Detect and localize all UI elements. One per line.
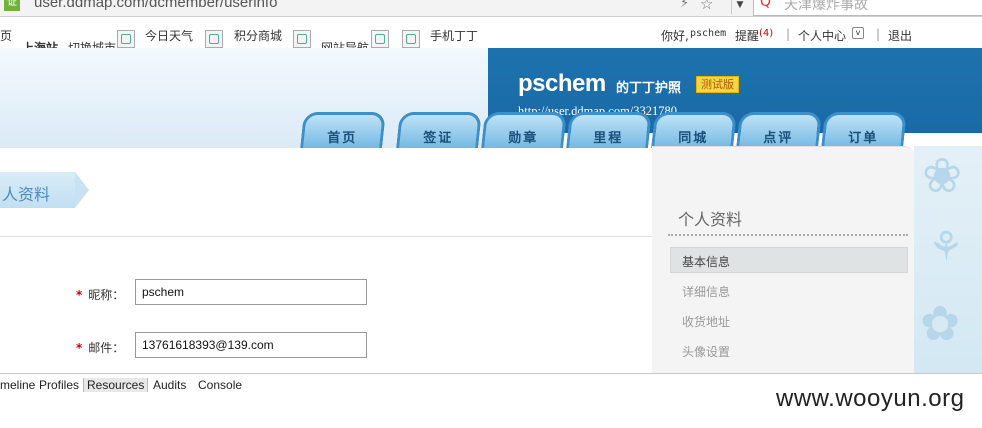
tab-label: 首页 bbox=[327, 131, 358, 146]
separator: | bbox=[876, 27, 881, 41]
url-field[interactable]: user.ddmap.com/dcmember/userinfo bbox=[34, 0, 277, 11]
sidebar-title: 个人资料 bbox=[678, 210, 743, 229]
profile-username: pschem bbox=[518, 70, 606, 97]
tab-medals[interactable]: 勋章 bbox=[481, 112, 567, 148]
content-header bbox=[0, 148, 652, 237]
flower-icon: ✿ bbox=[920, 296, 961, 352]
broken-image-icon bbox=[117, 30, 135, 48]
tab-home[interactable]: 首页 bbox=[300, 112, 386, 148]
nickname-label: * 昵称： bbox=[76, 286, 124, 303]
tab-label: 订单 bbox=[848, 131, 879, 146]
watermark-text: www.wooyun.org bbox=[776, 385, 965, 412]
points-mall-link[interactable]: 积分商城 bbox=[234, 27, 282, 44]
flower-icon: ❀ bbox=[922, 148, 963, 204]
devtools-tab-audits[interactable]: Audits bbox=[153, 378, 186, 392]
email-label: * 邮件： bbox=[76, 339, 124, 356]
url-dropdown-button[interactable]: ▼ bbox=[731, 0, 748, 14]
site-top-nav: 页 上海站 切换城市 今日天气 积分商城 网站导航 手机丁丁 你好, psche… bbox=[0, 17, 982, 55]
page-title: 人资料 bbox=[2, 185, 51, 204]
sidebar-divider bbox=[668, 234, 908, 236]
site-identity-icon[interactable]: 证 bbox=[4, 0, 20, 11]
breadcrumb-arrow bbox=[75, 172, 89, 208]
weather-link[interactable]: 今日天气 bbox=[145, 27, 193, 44]
mobile-app-link[interactable]: 手机丁丁 bbox=[430, 27, 478, 44]
email-label-text: 邮件： bbox=[88, 341, 125, 355]
chevron-down-icon[interactable]: v bbox=[852, 27, 864, 39]
tab-reviews[interactable]: 点评 bbox=[736, 112, 822, 148]
tab-label: 点评 bbox=[763, 131, 794, 146]
tab-label: 里程 bbox=[593, 131, 624, 146]
tab-visa[interactable]: 签证 bbox=[396, 112, 482, 148]
sidebar-item-shipping-address[interactable]: 收货地址 bbox=[682, 313, 730, 330]
devtools-tab-profiles[interactable]: Profiles bbox=[39, 378, 79, 392]
reminder-link[interactable]: 提醒 bbox=[735, 27, 759, 44]
nav-partial-home[interactable]: 页 bbox=[0, 27, 12, 44]
broken-image-icon bbox=[371, 30, 389, 48]
greeting-username[interactable]: pschem bbox=[690, 28, 726, 39]
separator: | bbox=[786, 27, 791, 41]
passport-label: 的丁丁护照 bbox=[616, 81, 682, 96]
search-query[interactable]: 天津爆炸事故 bbox=[784, 0, 868, 14]
greeting-text: 你好, bbox=[661, 29, 689, 43]
tab-label: 勋章 bbox=[508, 131, 539, 146]
devtools-tab-console[interactable]: Console bbox=[198, 378, 242, 392]
broken-image-icon bbox=[402, 30, 420, 48]
tab-label: 同城 bbox=[678, 131, 709, 146]
devtools-tab-resources[interactable]: Resources bbox=[83, 378, 149, 392]
tab-orders[interactable]: 订单 bbox=[821, 112, 907, 148]
nickname-input[interactable]: pschem bbox=[135, 279, 367, 305]
user-center-link[interactable]: 个人中心 bbox=[798, 27, 846, 44]
tab-local[interactable]: 同城 bbox=[651, 112, 737, 148]
tab-mileage[interactable]: 里程 bbox=[566, 112, 652, 148]
decorative-pattern: ❀ ⚘ ✿ bbox=[914, 146, 982, 373]
email-input[interactable]: 13761618393@139.com bbox=[135, 332, 367, 358]
logout-link[interactable]: 退出 bbox=[888, 27, 912, 44]
bookmark-star-icon[interactable]: ☆ bbox=[700, 0, 713, 13]
devtools-tab-timeline[interactable]: meline bbox=[0, 378, 35, 392]
lightning-icon[interactable]: ⚡ bbox=[680, 0, 689, 11]
search-icon[interactable]: Q bbox=[760, 0, 771, 10]
sidebar-item-basic-info[interactable]: 基本信息 bbox=[682, 253, 730, 270]
sidebar-item-detail-info[interactable]: 详细信息 bbox=[682, 283, 730, 300]
required-marker: * bbox=[76, 341, 83, 355]
reminder-count[interactable]: (4) bbox=[759, 28, 773, 39]
sidebar-item-avatar-settings[interactable]: 头像设置 bbox=[682, 343, 730, 360]
tab-label: 签证 bbox=[423, 131, 454, 146]
broken-image-icon bbox=[293, 30, 311, 48]
nickname-label-text: 昵称： bbox=[88, 288, 125, 302]
broken-image-icon bbox=[205, 30, 223, 48]
cutlery-icon: ⚘ bbox=[928, 224, 964, 270]
required-marker: * bbox=[76, 288, 83, 302]
beta-badge: 测试版 bbox=[696, 76, 739, 93]
